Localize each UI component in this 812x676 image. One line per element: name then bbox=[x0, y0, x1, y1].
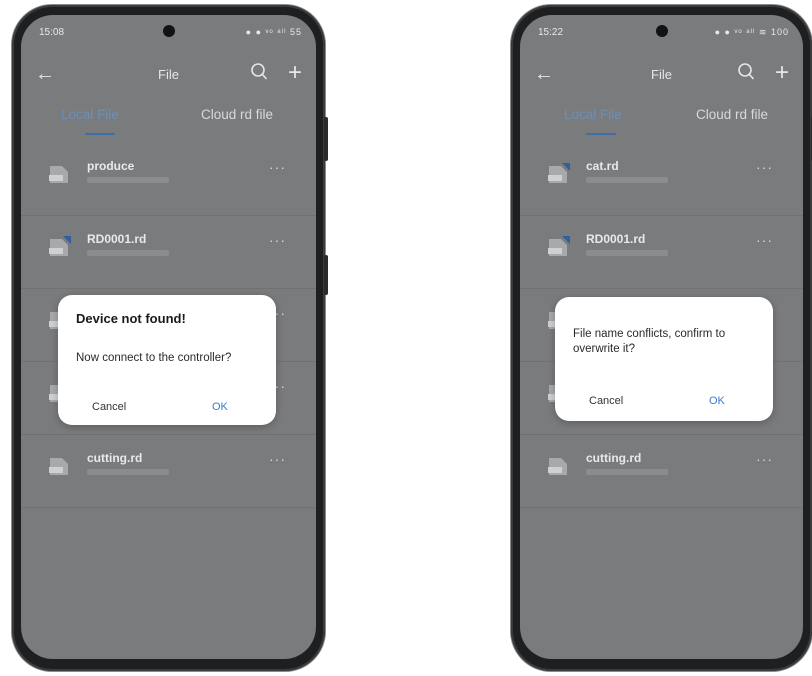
file-name: RD0001.rd bbox=[586, 232, 646, 246]
tab-cloud-rd-file[interactable]: Cloud rd file bbox=[696, 107, 768, 122]
more-icon[interactable]: ··· bbox=[269, 451, 286, 467]
dialog-message: File name conflicts, confirm to overwrit… bbox=[573, 328, 726, 355]
dialog-message: Now connect to the controller? bbox=[76, 352, 232, 364]
status-icons: ● ● ᵛᵒ ᵃˡˡ ≋ 100 bbox=[714, 27, 789, 37]
status-time: 15:22 bbox=[538, 27, 564, 38]
file-meta bbox=[586, 469, 668, 475]
search-icon[interactable] bbox=[250, 61, 268, 83]
status-bar: 15:08 ● ● ᵛᵒ ᵃˡˡ 55 bbox=[21, 27, 316, 43]
screen-right: 15:22 ● ● ᵛᵒ ᵃˡˡ ≋ 100 ← File + Local Fi… bbox=[520, 15, 803, 659]
cancel-button[interactable]: Cancel bbox=[589, 395, 623, 407]
file-meta bbox=[87, 250, 169, 256]
tab-bar: Local File Cloud rd file bbox=[21, 107, 316, 141]
list-item[interactable]: cutting.rd ··· bbox=[21, 435, 316, 508]
tab-bar: Local File Cloud rd file bbox=[520, 107, 803, 141]
plus-icon[interactable]: + bbox=[775, 59, 789, 87]
page-title: File bbox=[158, 67, 179, 82]
tab-local-file[interactable]: Local File bbox=[564, 107, 622, 122]
more-icon[interactable]: ··· bbox=[756, 159, 773, 175]
app-bar: ← File + bbox=[520, 59, 803, 91]
phone-frame-right: 15:22 ● ● ᵛᵒ ᵃˡˡ ≋ 100 ← File + Local Fi… bbox=[511, 5, 812, 671]
app-bar: ← File + bbox=[21, 59, 316, 91]
tab-local-file[interactable]: Local File bbox=[61, 107, 119, 122]
list-item[interactable]: cat.rd ··· bbox=[520, 143, 803, 216]
file-name: cat.rd bbox=[586, 159, 619, 173]
more-icon[interactable]: ··· bbox=[756, 232, 773, 248]
plus-icon[interactable]: + bbox=[288, 59, 302, 87]
volume-button bbox=[324, 117, 328, 161]
status-icons: ● ● ᵛᵒ ᵃˡˡ 55 bbox=[245, 27, 302, 37]
file-meta bbox=[87, 177, 169, 183]
list-item[interactable]: RD0001.rd ··· bbox=[21, 216, 316, 289]
alert-dialog: File name conflicts, confirm to overwrit… bbox=[555, 297, 773, 421]
file-icon bbox=[49, 236, 71, 256]
power-button bbox=[324, 255, 328, 295]
status-bar: 15:22 ● ● ᵛᵒ ᵃˡˡ ≋ 100 bbox=[520, 27, 803, 43]
more-icon[interactable]: ··· bbox=[269, 159, 286, 175]
file-icon bbox=[49, 458, 68, 475]
file-icon bbox=[548, 163, 570, 183]
file-name: RD0001.rd bbox=[87, 232, 147, 246]
more-icon[interactable]: ··· bbox=[756, 451, 773, 467]
status-time: 15:08 bbox=[39, 27, 65, 38]
file-name: cutting.rd bbox=[87, 451, 143, 465]
file-icon bbox=[548, 458, 567, 475]
screen-left: 15:08 ● ● ᵛᵒ ᵃˡˡ 55 ← File + Local File … bbox=[21, 15, 316, 659]
alert-dialog: Device not found! Now connect to the con… bbox=[58, 295, 276, 425]
list-item[interactable]: RD0001.rd ··· bbox=[520, 216, 803, 289]
tab-indicator bbox=[586, 133, 616, 135]
file-meta bbox=[586, 250, 668, 256]
list-item[interactable]: cutting.rd ··· bbox=[520, 435, 803, 508]
page-title: File bbox=[651, 67, 672, 82]
file-icon bbox=[548, 236, 570, 256]
dialog-title: Device not found! bbox=[76, 311, 186, 326]
ok-button[interactable]: OK bbox=[709, 395, 725, 407]
file-meta bbox=[87, 469, 169, 475]
tab-cloud-rd-file[interactable]: Cloud rd file bbox=[201, 107, 273, 122]
more-icon[interactable]: ··· bbox=[269, 232, 286, 248]
tab-indicator bbox=[85, 133, 115, 135]
file-meta bbox=[586, 177, 668, 183]
list-item[interactable]: produce ··· bbox=[21, 143, 316, 216]
file-icon bbox=[49, 166, 68, 183]
ok-button[interactable]: OK bbox=[212, 401, 228, 413]
search-icon[interactable] bbox=[737, 61, 755, 83]
cancel-button[interactable]: Cancel bbox=[92, 401, 126, 413]
phone-frame-left: 15:08 ● ● ᵛᵒ ᵃˡˡ 55 ← File + Local File … bbox=[12, 5, 328, 671]
file-name: produce bbox=[87, 159, 135, 173]
file-name: cutting.rd bbox=[586, 451, 642, 465]
